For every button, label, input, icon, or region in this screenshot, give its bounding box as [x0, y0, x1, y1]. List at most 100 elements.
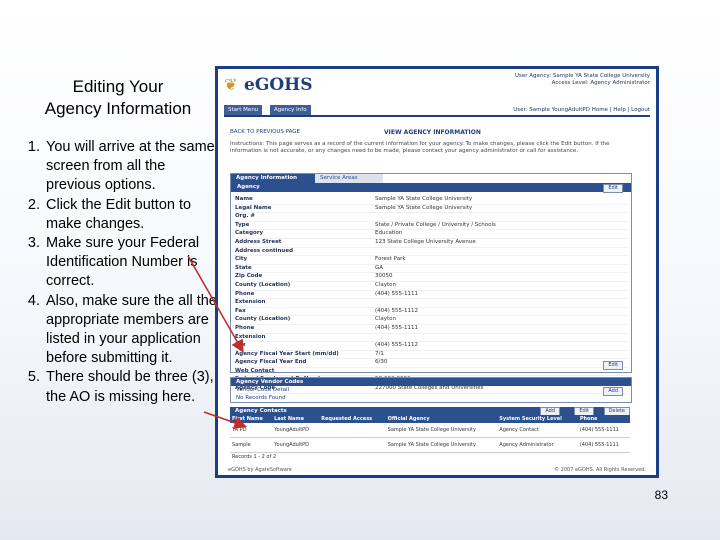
page-number: 83 — [654, 488, 668, 502]
slide-title-line2: Agency Information — [44, 99, 192, 118]
field-row: County (Location) Clayton — [235, 282, 627, 291]
field-label: Category — [235, 230, 264, 237]
step-item: 1. You will arrive at the same screen fro… — [27, 139, 215, 194]
instructions-text: Instructions: This page serves as a reco… — [230, 141, 610, 154]
field-value: (404) 555-1112 — [375, 307, 419, 314]
field-row: Category Education — [235, 230, 627, 239]
slide-title-line1: Editing Your — [72, 77, 164, 96]
vendor-codes-header: Agency Vendor Codes — [231, 378, 631, 386]
field-value — [375, 368, 627, 376]
user-info: User Agency: Sample YA State College Uni… — [514, 73, 650, 86]
field-row: Extension — [235, 299, 627, 308]
field-label: Agency Fiscal Year Start (mm/dd) — [235, 350, 339, 357]
field-label: Extension — [235, 333, 266, 340]
panel-header: Agency — [231, 183, 631, 192]
user-links[interactable]: Home | Help | Logout — [592, 107, 650, 113]
field-value: Forest Park — [375, 256, 406, 263]
field-row: Org. # — [235, 213, 627, 222]
egohs-logo: ❦ eGOHS — [224, 75, 313, 95]
app-screenshot: ❦ eGOHS User Agency: Sample YA State Col… — [215, 66, 659, 478]
edit-button[interactable]: Edit — [603, 184, 623, 193]
vendor-codes-section: Agency Vendor Codes Vendor Code Detail N… — [230, 377, 632, 403]
column-header[interactable]: Official Agency — [385, 415, 498, 423]
field-row: Name Sample YA State College University — [235, 196, 627, 205]
field-value: GA — [375, 264, 384, 271]
column-header[interactable]: Phone — [577, 415, 630, 423]
field-row: Phone (404) 555-1111 — [235, 291, 627, 300]
tab-agency-information[interactable]: Agency Information — [231, 174, 321, 183]
field-label: Type — [235, 221, 250, 228]
field-row: Fax (404) 555-1112 — [235, 342, 627, 351]
field-value: 7/1 — [375, 350, 384, 357]
agency-contacts-header: Agency Contacts Add Edit Delete — [230, 407, 630, 416]
field-value: Sample YA State College University — [375, 196, 473, 202]
top-nav: Start Menu Agency Info User: Sample Youn… — [224, 105, 650, 117]
field-row: Phone (404) 555-1111 — [235, 325, 627, 334]
field-value: (404) 555-1111 — [375, 324, 419, 331]
field-value: Clayton — [375, 281, 397, 288]
agency-fields: Name Sample YA State College University Le… — [235, 196, 627, 394]
field-row: Address Street 123 State College Universi… — [235, 239, 627, 248]
field-value — [375, 213, 627, 221]
field-value — [375, 334, 627, 342]
field-label: Fax — [235, 307, 246, 314]
slide-title: Editing Your Agency Information — [18, 76, 218, 120]
field-value: Sample YA State College University — [375, 204, 473, 211]
add-vendor-button[interactable]: Add — [603, 387, 623, 396]
back-link[interactable]: BACK TO PREVIOUS PAGE — [230, 129, 300, 135]
field-row: Address continued — [235, 248, 627, 257]
column-header[interactable]: Requested Access — [319, 415, 386, 423]
tab-agency-info[interactable]: Agency Info — [270, 105, 311, 115]
vendor-code-detail: Vendor Code Detail — [236, 387, 290, 393]
field-label: Web Contact — [235, 367, 275, 374]
field-row: State GA — [235, 265, 627, 274]
field-value: Education — [375, 230, 403, 237]
step-item: 4. Also, make sure the all the appropriat… — [27, 292, 217, 367]
field-row: City Forest Park — [235, 256, 627, 265]
field-value: State / Private College / University / S… — [375, 221, 496, 228]
field-label: Address Street — [235, 238, 282, 245]
field-label: State — [235, 264, 252, 271]
field-row: County (Location) Clayton — [235, 316, 627, 325]
field-label: Phone — [235, 324, 255, 331]
table-row[interactable]: Sample YoungAdultPD Sample YA State Coll… — [230, 437, 630, 453]
records-count: Records 1 - 2 of 2 — [232, 454, 276, 460]
field-value: Clayton — [375, 316, 397, 323]
app-footer: eGOHS by AgateSoftware © 2007 eGOHS. All… — [228, 467, 646, 473]
field-value: 6/30 — [375, 359, 388, 366]
field-label: County (Location) — [235, 281, 291, 288]
tab-service-areas[interactable]: Service Areas — [315, 174, 383, 183]
instruction-steps: 1. You will arrive at the same screen fro… — [14, 138, 224, 407]
column-header[interactable]: First Name — [230, 415, 273, 423]
contacts-table: First Name Last Name Requested Access Of… — [230, 415, 630, 461]
field-label: Name — [235, 196, 253, 202]
field-value: 123 State College University Avenue — [375, 238, 476, 245]
agency-info-panel: Agency Information Service Areas Agency … — [230, 173, 632, 394]
field-label: City — [235, 256, 248, 263]
field-label: Phone — [235, 290, 255, 297]
field-row: Extension — [235, 334, 627, 343]
column-header[interactable]: Last Name — [272, 415, 320, 423]
step-item: 3. Make sure your Federal Identification … — [27, 235, 200, 290]
page-heading: VIEW AGENCY INFORMATION — [384, 129, 481, 136]
field-row: Agency Fiscal Year End 6/30 — [235, 359, 627, 368]
table-row[interactable]: YA PD YoungAdultPD Sample YA State Colle… — [230, 423, 630, 438]
field-value: (404) 555-1112 — [375, 342, 419, 349]
table-header-row: First Name Last Name Requested Access Of… — [230, 415, 630, 423]
column-header[interactable]: System Security Level — [497, 415, 578, 423]
field-label: Legal Name — [235, 204, 272, 211]
edit-button-bottom[interactable]: Edit — [603, 361, 623, 370]
step-item: 5. There should be three (3), the AO is m… — [27, 369, 214, 405]
field-label: Extension — [235, 299, 266, 306]
vendor-no-records: No Records Found — [236, 395, 286, 401]
tab-start-menu[interactable]: Start Menu — [224, 105, 263, 115]
field-value: 30050 — [375, 273, 393, 280]
field-label: Zip Code — [235, 273, 263, 280]
field-row: Type State / Private College / University… — [235, 222, 627, 231]
field-label: County (Location) — [235, 316, 291, 323]
user-line: User: Sample YoungAdultPD Home | Help | … — [513, 107, 650, 113]
field-label: Fax — [235, 342, 246, 349]
field-row: Zip Code 30050 — [235, 273, 627, 282]
field-label: Agency Fiscal Year End — [235, 359, 307, 366]
field-value — [375, 299, 627, 307]
